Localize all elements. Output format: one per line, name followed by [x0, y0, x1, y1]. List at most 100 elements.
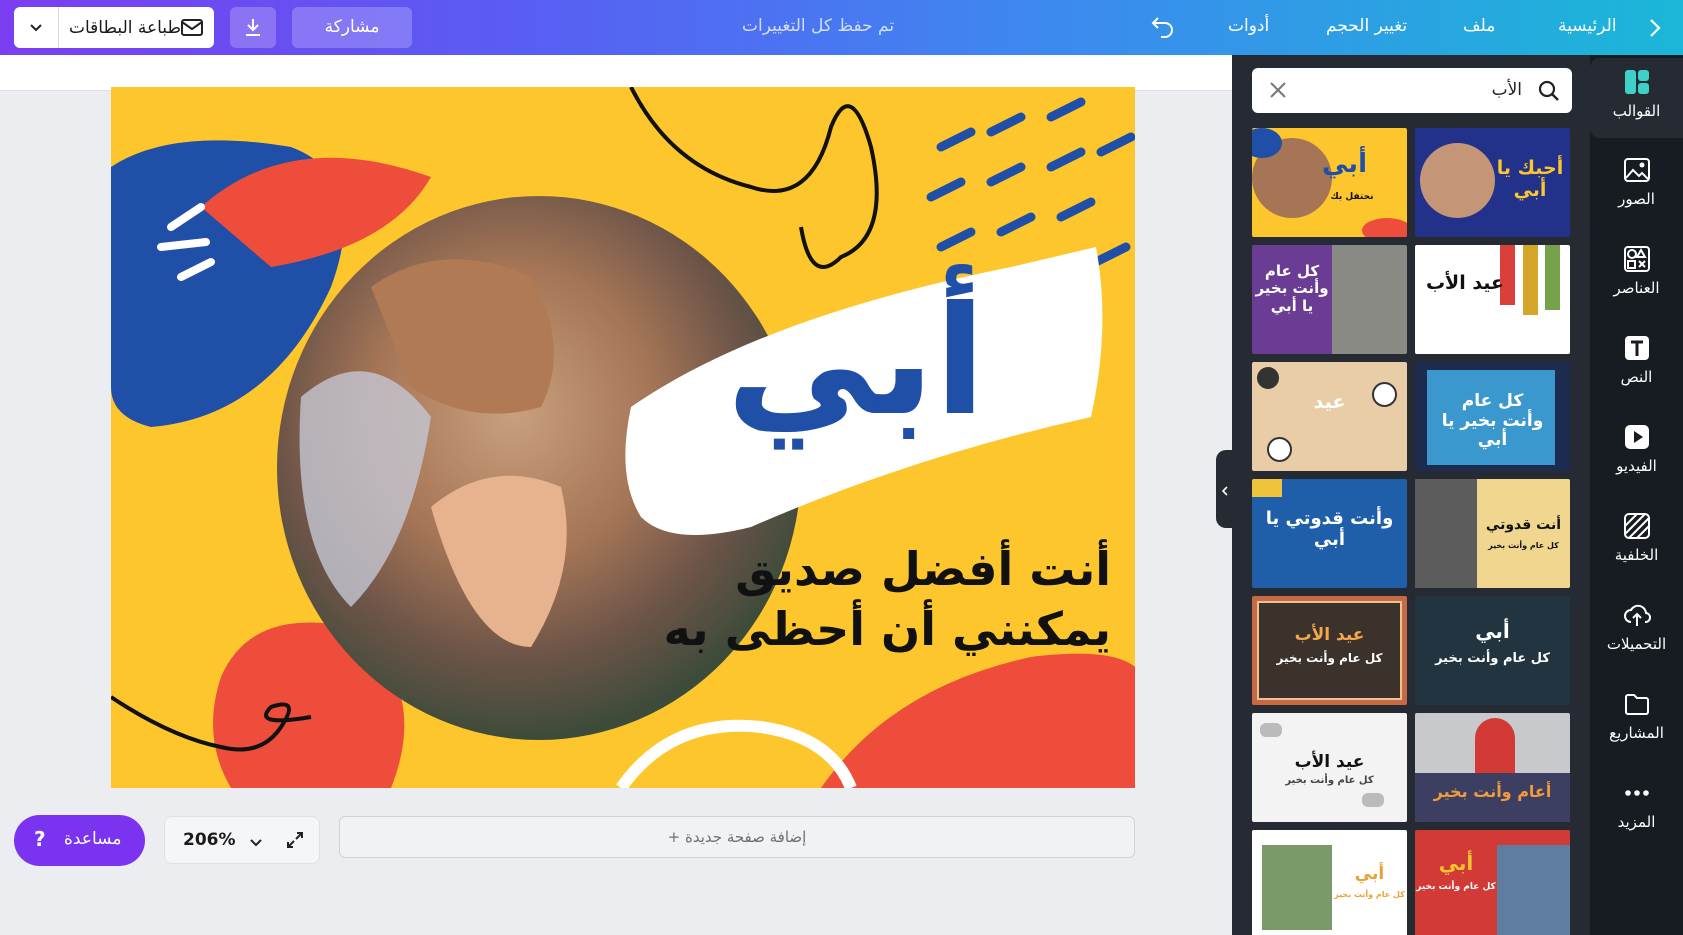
- more-icon: [1623, 779, 1651, 807]
- uploads-icon: [1623, 601, 1652, 629]
- fullscreen-icon[interactable]: [285, 830, 305, 854]
- print-cards-label: طباعة البطاقات: [69, 18, 181, 38]
- template-thumbnail[interactable]: أبي كل عام وأنت بخير: [1252, 830, 1407, 935]
- template-thumbnail[interactable]: أحبك يا أبي: [1415, 128, 1570, 237]
- template-title: عيد الأب: [1425, 272, 1505, 294]
- divider: [58, 7, 59, 48]
- template-subtitle: كل عام وأنت بخير: [1285, 775, 1374, 786]
- search-input[interactable]: الأب: [1252, 68, 1572, 113]
- chevron-down-icon[interactable]: [28, 19, 44, 39]
- envelope-icon: [180, 16, 204, 42]
- template-thumbnail[interactable]: عيد الأب: [1415, 245, 1570, 354]
- projects-icon: [1623, 690, 1651, 718]
- template-title: عيد الأب: [1294, 625, 1365, 645]
- sidebar-item-templates[interactable]: القوالب: [1590, 58, 1683, 138]
- sidebar-item-label: التحميلات: [1606, 635, 1667, 653]
- share-button[interactable]: مشاركة: [292, 7, 412, 48]
- download-icon: [242, 16, 264, 42]
- menu-home[interactable]: الرئيسية: [1558, 16, 1617, 36]
- template-thumbnail[interactable]: كل عام وأنت بخير يا أبي: [1252, 245, 1407, 354]
- design-line-1[interactable]: أنت أفضل صديق: [641, 542, 1111, 596]
- template-thumbnail[interactable]: كل عام وأنت بخير يا أبي: [1415, 362, 1570, 471]
- template-thumbnail[interactable]: أبي كل عام وأنت بخير: [1415, 596, 1570, 705]
- top-toolbar: طباعة البطاقات مشاركة تم حفظ كل التغييرا…: [0, 0, 1683, 55]
- template-title: أعام وأنت بخير: [1433, 782, 1552, 801]
- template-title: أحبك يا أبي: [1496, 157, 1564, 201]
- video-icon: [1623, 423, 1651, 451]
- chevron-right-icon[interactable]: [1648, 17, 1662, 43]
- search-query[interactable]: الأب: [1492, 80, 1522, 100]
- template-thumbnail[interactable]: عيد: [1252, 362, 1407, 471]
- sidebar-item-video[interactable]: الفيديو: [1590, 413, 1683, 493]
- template-title: عيد الأب: [1294, 752, 1365, 772]
- download-button[interactable]: [230, 7, 276, 48]
- help-button[interactable]: ? مساعدة: [14, 815, 145, 866]
- template-thumbnail[interactable]: عيد الأب كل عام وأنت بخير: [1252, 713, 1407, 822]
- template-title: أبي: [1475, 619, 1510, 643]
- sidebar-item-label: النص: [1620, 368, 1653, 386]
- templates-icon: [1623, 68, 1651, 96]
- template-thumbnail[interactable]: عيد الأب كل عام وأنت بخير: [1252, 596, 1407, 705]
- sidebar-item-label: الفيديو: [1616, 457, 1657, 475]
- sidebar-item-label: المشاريع: [1609, 724, 1664, 742]
- template-title: أبي: [1438, 851, 1474, 875]
- sidebar-item-label: الخلفية: [1614, 546, 1659, 564]
- chevron-left-icon: [1220, 482, 1230, 501]
- sidebar-item-label: القوالب: [1612, 102, 1661, 120]
- background-icon: [1623, 512, 1651, 540]
- sidebar-item-uploads[interactable]: التحميلات: [1590, 591, 1683, 671]
- search-icon[interactable]: [1538, 80, 1560, 106]
- sidebar-item-background[interactable]: الخلفية: [1590, 502, 1683, 582]
- template-title: أبي: [1322, 149, 1367, 179]
- template-thumbnail[interactable]: أنت قدوتي كل عام وأنت بخير: [1415, 479, 1570, 588]
- template-subtitle: كل عام وأنت بخير: [1334, 890, 1405, 899]
- menu-tools[interactable]: أدوات: [1228, 16, 1269, 36]
- help-label: مساعدة: [64, 829, 122, 849]
- side-navigation: القوالب الصور العناصر النص الفيديو الخلف…: [1590, 55, 1683, 935]
- sidebar-item-more[interactable]: المزيد: [1590, 769, 1683, 849]
- print-cards-button[interactable]: طباعة البطاقات: [14, 7, 214, 48]
- add-page-label: إضافة صفحة جديدة: [685, 828, 807, 846]
- design-title[interactable]: أبي: [706, 287, 1006, 437]
- editor-header-strip: [0, 55, 1232, 91]
- plus-icon: +: [667, 828, 685, 846]
- close-icon[interactable]: [1268, 80, 1288, 104]
- menu-resize[interactable]: تغيير الحجم: [1326, 16, 1407, 36]
- template-title: كل عام وأنت بخير يا أبي: [1441, 391, 1544, 451]
- sidebar-item-label: العناصر: [1613, 279, 1660, 297]
- template-subtitle: كل عام وأنت بخير: [1416, 882, 1496, 892]
- zoom-value[interactable]: 206%: [183, 830, 236, 850]
- design-canvas[interactable]: أبي أنت أفضل صديق يمكنني أن أحظى به: [111, 87, 1135, 788]
- photos-icon: [1623, 156, 1651, 184]
- question-icon: ?: [34, 827, 46, 851]
- zoom-control[interactable]: 206%: [164, 816, 320, 864]
- sidebar-item-elements[interactable]: العناصر: [1590, 235, 1683, 315]
- design-line-2[interactable]: يمكنني أن أحظى به: [641, 602, 1111, 656]
- chevron-down-icon[interactable]: [249, 834, 263, 853]
- template-thumbnail[interactable]: أبي كل عام وأنت بخير: [1415, 830, 1570, 935]
- template-subtitle: كل عام وأنت بخير: [1488, 541, 1559, 550]
- template-title: عيد: [1313, 391, 1346, 413]
- template-title: أبي: [1354, 864, 1385, 884]
- save-status: تم حفظ كل التغييرات: [742, 16, 895, 36]
- template-thumbnail[interactable]: أبي نحتفل بك: [1252, 128, 1407, 237]
- template-subtitle: كل عام وأنت بخير: [1435, 651, 1550, 666]
- sidebar-item-text[interactable]: النص: [1590, 324, 1683, 404]
- elements-icon: [1623, 245, 1651, 273]
- menu-file[interactable]: ملف: [1463, 16, 1495, 36]
- sidebar-item-label: المزيد: [1617, 813, 1656, 831]
- template-thumbnail[interactable]: وأنت قدوتي يا أبي: [1252, 479, 1407, 588]
- template-title: كل عام وأنت بخير يا أبي: [1255, 262, 1329, 315]
- template-subtitle: نحتفل بك: [1330, 192, 1374, 202]
- sidebar-item-photos[interactable]: الصور: [1590, 146, 1683, 226]
- template-title: وأنت قدوتي يا أبي: [1265, 508, 1394, 550]
- templates-panel: الأب أبي نحتفل بك أحبك يا أبي كل عام وأن…: [1232, 55, 1590, 935]
- template-subtitle: كل عام وأنت بخير: [1276, 651, 1383, 665]
- template-thumbnail[interactable]: أعام وأنت بخير: [1415, 713, 1570, 822]
- template-title: أنت قدوتي: [1485, 517, 1562, 533]
- sidebar-item-label: الصور: [1618, 190, 1655, 208]
- sidebar-item-projects[interactable]: المشاريع: [1590, 680, 1683, 760]
- text-icon: [1623, 334, 1651, 362]
- undo-icon[interactable]: [1150, 14, 1176, 42]
- add-page-button[interactable]: + إضافة صفحة جديدة: [339, 816, 1135, 858]
